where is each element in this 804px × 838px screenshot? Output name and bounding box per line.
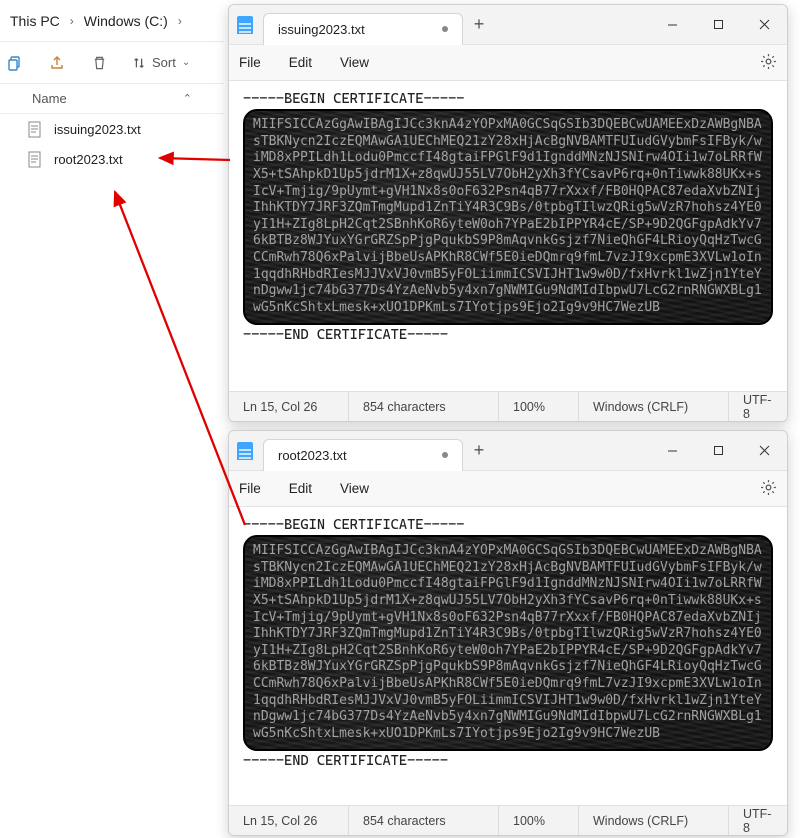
settings-gear-icon[interactable] — [760, 53, 777, 73]
menu-edit[interactable]: Edit — [289, 481, 312, 496]
breadcrumb-drive-c[interactable]: Windows (C:) — [84, 13, 168, 29]
share-icon[interactable] — [48, 54, 66, 72]
close-button[interactable] — [741, 5, 787, 45]
chevron-right-icon: › — [176, 14, 184, 28]
status-line-ending[interactable]: Windows (CRLF) — [579, 806, 729, 835]
status-encoding[interactable]: UTF-8 — [729, 392, 787, 421]
text-file-icon — [28, 151, 44, 167]
editor-content[interactable]: -----BEGIN CERTIFICATE----- MIIFSICCAzGg… — [229, 81, 787, 391]
cert-end-line: -----END CERTIFICATE----- — [243, 327, 773, 343]
status-zoom[interactable]: 100% — [499, 392, 579, 421]
tab-title: issuing2023.txt — [278, 22, 365, 37]
tab-root[interactable]: root2023.txt — [263, 439, 463, 471]
breadcrumb-this-pc[interactable]: This PC — [10, 13, 60, 29]
status-encoding[interactable]: UTF-8 — [729, 806, 787, 835]
settings-gear-icon[interactable] — [760, 479, 777, 499]
file-explorer: This PC › Windows (C:) › Sort ⌄ Name ⌃ i… — [0, 0, 224, 838]
menu-file[interactable]: File — [239, 481, 261, 496]
maximize-button[interactable] — [695, 5, 741, 45]
cert-begin-line: -----BEGIN CERTIFICATE----- — [243, 91, 773, 107]
status-line-ending[interactable]: Windows (CRLF) — [579, 392, 729, 421]
chevron-up-icon: ⌃ — [183, 92, 192, 105]
menu-view[interactable]: View — [340, 481, 369, 496]
notepad-app-icon — [237, 16, 253, 34]
copy-icon[interactable] — [6, 54, 24, 72]
close-button[interactable] — [741, 431, 787, 471]
menubar: File Edit View — [229, 471, 787, 507]
cert-body-redacted: MIIFSICCAzGgAwIBAgIJCc3knA4zYOPxMA0GCSqG… — [243, 109, 773, 325]
status-zoom[interactable]: 100% — [499, 806, 579, 835]
menu-file[interactable]: File — [239, 55, 261, 70]
notepad-window-issuing: issuing2023.txt + File Edit View -----BE… — [228, 4, 788, 422]
status-char-count: 854 characters — [349, 392, 499, 421]
explorer-toolbar: Sort ⌄ — [0, 42, 224, 84]
editor-content[interactable]: -----BEGIN CERTIFICATE----- MIIFSICCAzGg… — [229, 507, 787, 805]
tab-issuing[interactable]: issuing2023.txt — [263, 13, 463, 45]
status-position[interactable]: Ln 15, Col 26 — [229, 392, 349, 421]
file-name: issuing2023.txt — [54, 122, 141, 137]
unsaved-dot-icon — [442, 452, 448, 458]
cert-begin-line: -----BEGIN CERTIFICATE----- — [243, 517, 773, 533]
name-column-label: Name — [32, 91, 67, 106]
file-row-issuing[interactable]: issuing2023.txt — [0, 114, 224, 144]
statusbar: Ln 15, Col 26 854 characters 100% Window… — [229, 805, 787, 835]
trash-icon[interactable] — [90, 54, 108, 72]
menu-edit[interactable]: Edit — [289, 55, 312, 70]
cert-body-redacted: MIIFSICCAzGgAwIBAgIJCc3knA4zYOPxMA0GCSqG… — [243, 535, 773, 751]
notepad-window-root: root2023.txt + File Edit View -----BEGIN… — [228, 430, 788, 836]
notepad-app-icon — [237, 442, 253, 460]
statusbar: Ln 15, Col 26 854 characters 100% Window… — [229, 391, 787, 421]
maximize-button[interactable] — [695, 431, 741, 471]
minimize-button[interactable] — [649, 5, 695, 45]
tab-title: root2023.txt — [278, 448, 347, 463]
new-tab-button[interactable]: + — [463, 440, 495, 461]
unsaved-dot-icon — [442, 26, 448, 32]
breadcrumb: This PC › Windows (C:) › — [0, 0, 224, 42]
new-tab-button[interactable]: + — [463, 14, 495, 35]
status-char-count: 854 characters — [349, 806, 499, 835]
menubar: File Edit View — [229, 45, 787, 81]
chevron-right-icon: › — [68, 14, 76, 28]
file-name: root2023.txt — [54, 152, 123, 167]
file-row-root[interactable]: root2023.txt — [0, 144, 224, 174]
status-position[interactable]: Ln 15, Col 26 — [229, 806, 349, 835]
cert-end-line: -----END CERTIFICATE----- — [243, 753, 773, 769]
text-file-icon — [28, 121, 44, 137]
minimize-button[interactable] — [649, 431, 695, 471]
column-header[interactable]: Name ⌃ — [0, 84, 224, 114]
titlebar[interactable]: root2023.txt + — [229, 431, 787, 471]
menu-view[interactable]: View — [340, 55, 369, 70]
sort-label: Sort — [152, 55, 176, 70]
titlebar[interactable]: issuing2023.txt + — [229, 5, 787, 45]
sort-button[interactable]: Sort ⌄ — [132, 55, 198, 70]
